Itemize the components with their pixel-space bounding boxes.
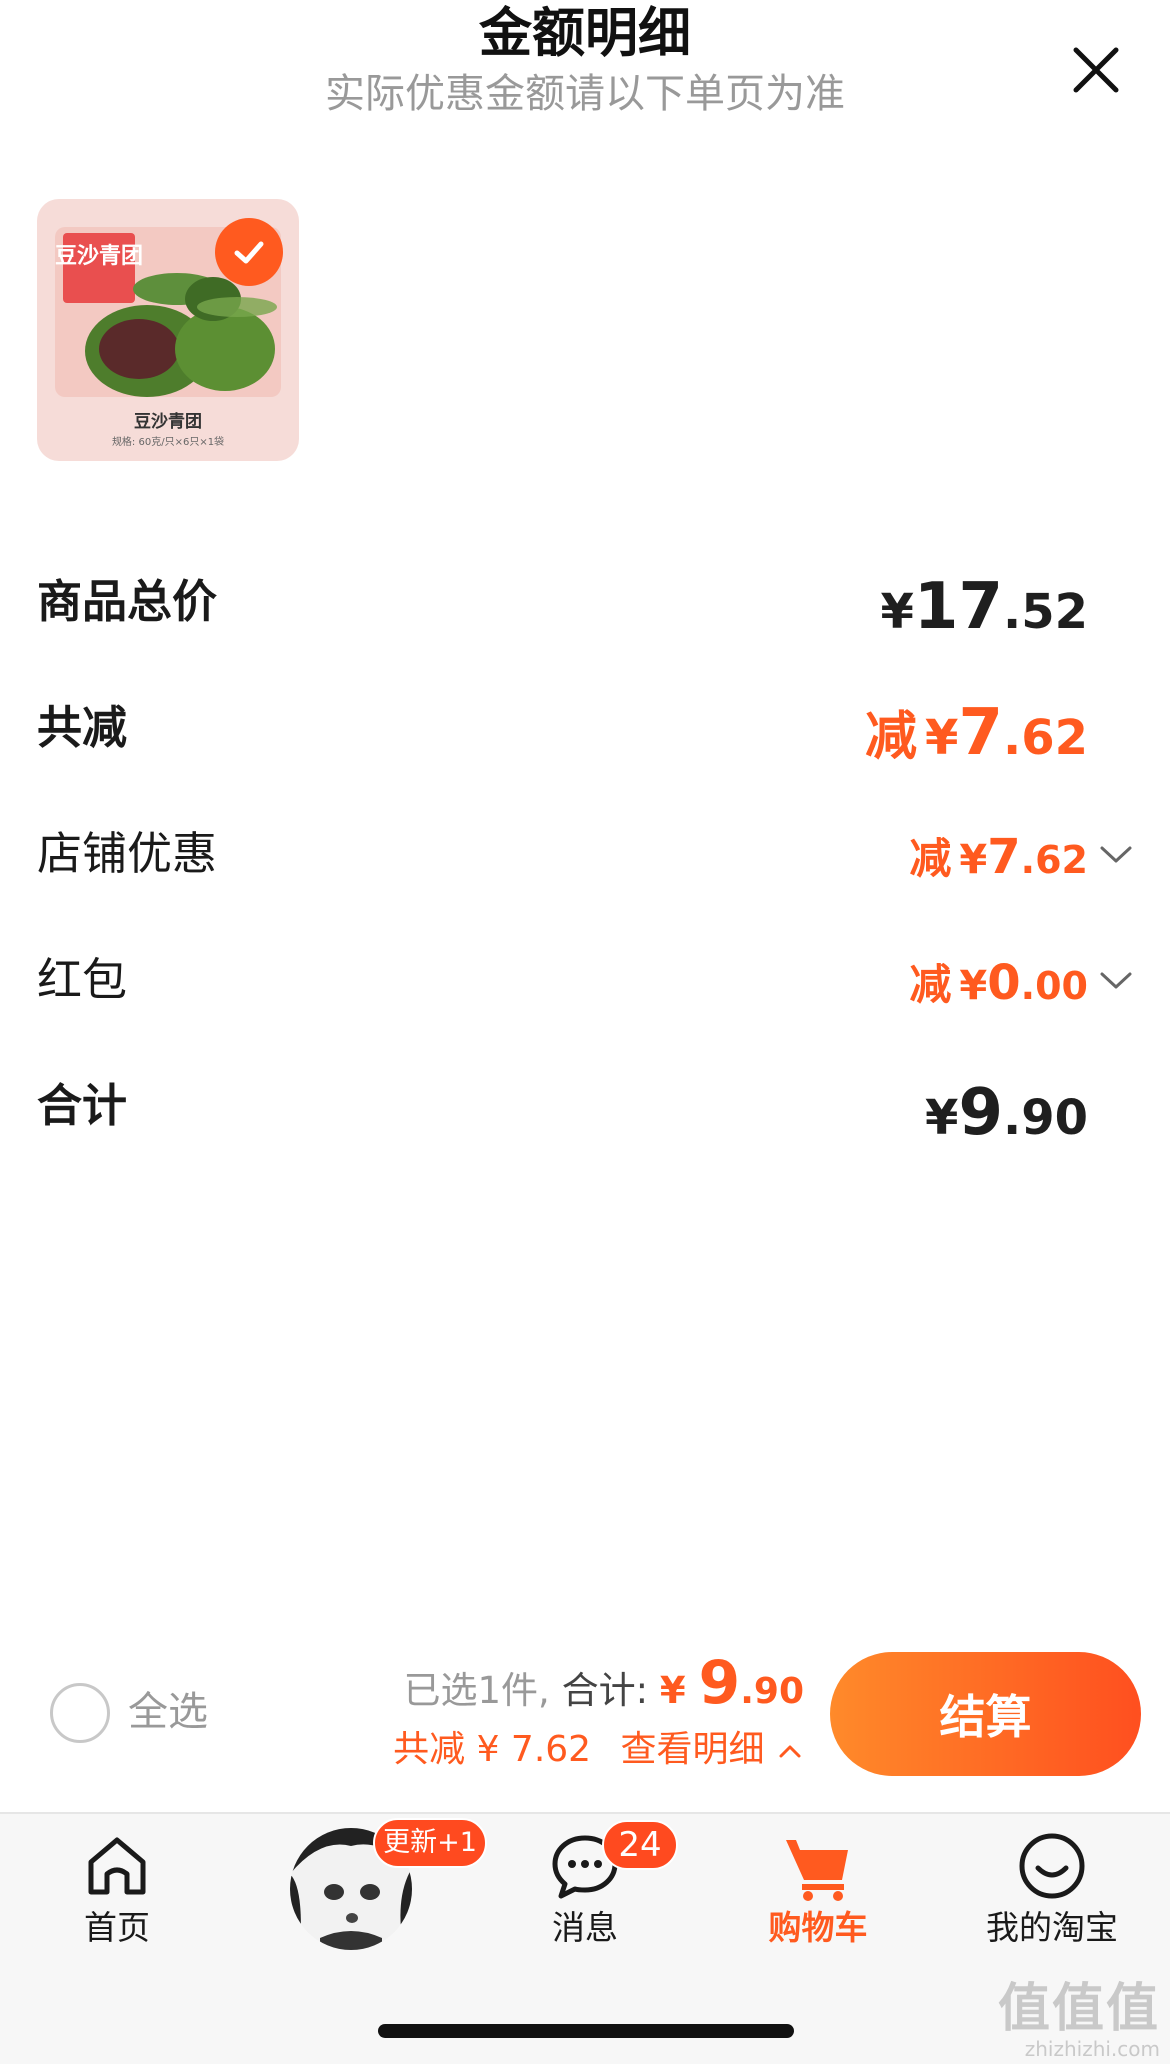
- tab-cart-label: 购物车: [768, 1908, 868, 1947]
- total-price-value: ¥17.52: [880, 570, 1089, 644]
- tab-home[interactable]: 首页: [17, 1830, 217, 1950]
- tab-my-taobao[interactable]: 我的淘宝: [952, 1830, 1152, 1950]
- close-icon: [1073, 47, 1119, 93]
- watermark-url: zhizhizhi.com: [1024, 2037, 1160, 2061]
- page-title: 金额明细: [479, 3, 691, 64]
- total-discount-value: 减 ¥7.62: [865, 696, 1088, 770]
- discount-summary[interactable]: 共减 ¥ 7.62 查看明细: [393, 1722, 804, 1778]
- grand-total-label: 合计: [37, 1079, 128, 1132]
- messages-count-badge: 24: [602, 1820, 678, 1870]
- close-button[interactable]: [1064, 38, 1128, 102]
- product-image-title: 豆沙青团: [55, 244, 143, 269]
- selected-count: 已选1件,: [403, 1669, 550, 1712]
- cart-icon: [786, 1840, 848, 1901]
- red-packet-value[interactable]: 减 ¥0.00: [909, 948, 1088, 1029]
- product-image-name: 豆沙青团: [134, 411, 202, 432]
- shop-discount-value[interactable]: 减 ¥7.62: [909, 822, 1088, 903]
- selection-summary: 已选1件, 合计: ¥ 9.90: [404, 1650, 804, 1725]
- checkout-button[interactable]: 结算: [830, 1652, 1141, 1776]
- product-image-spec: 规格: 60克/只×6只×1袋: [112, 435, 224, 448]
- tab-messages-label: 消息: [552, 1908, 618, 1947]
- tab-home-label: 首页: [84, 1908, 150, 1947]
- total-discount-label: 共减: [37, 701, 128, 754]
- total-label: 合计:: [561, 1669, 649, 1712]
- shop-discount-label: 店铺优惠: [37, 827, 218, 880]
- red-packet-chevron-down-icon[interactable]: [1098, 968, 1134, 992]
- select-all-label[interactable]: 全选: [128, 1686, 208, 1738]
- tab-cart[interactable]: 购物车: [718, 1830, 918, 1950]
- watermark-logo: 值值值: [997, 1979, 1160, 2039]
- total-price-label: 商品总价: [37, 575, 218, 628]
- red-packet-label: 红包: [37, 953, 128, 1006]
- shop-discount-chevron-down-icon[interactable]: [1098, 842, 1134, 866]
- product-selected-check[interactable]: [215, 218, 283, 286]
- home-indicator[interactable]: [378, 2024, 794, 2038]
- page-subtitle: 实际优惠金额请以下单页为准: [325, 71, 845, 117]
- select-all-radio[interactable]: [50, 1683, 110, 1743]
- watermark: 值值值 zhizhizhi.com: [998, 1980, 1160, 2060]
- discount-text: 共减 ¥ 7.62: [393, 1729, 592, 1770]
- chevron-up-icon[interactable]: [776, 1741, 804, 1761]
- grand-total-value: ¥9.90: [925, 1076, 1088, 1150]
- home-icon: [88, 1837, 146, 1895]
- smile-icon: [1019, 1833, 1085, 1899]
- checkout-total: ¥ 9.90: [659, 1648, 804, 1718]
- tab-my-taobao-label: 我的淘宝: [986, 1908, 1118, 1947]
- avatar-update-badge: 更新+1: [373, 1818, 487, 1868]
- check-icon: [234, 241, 264, 264]
- view-detail-link[interactable]: 查看明细: [621, 1729, 765, 1770]
